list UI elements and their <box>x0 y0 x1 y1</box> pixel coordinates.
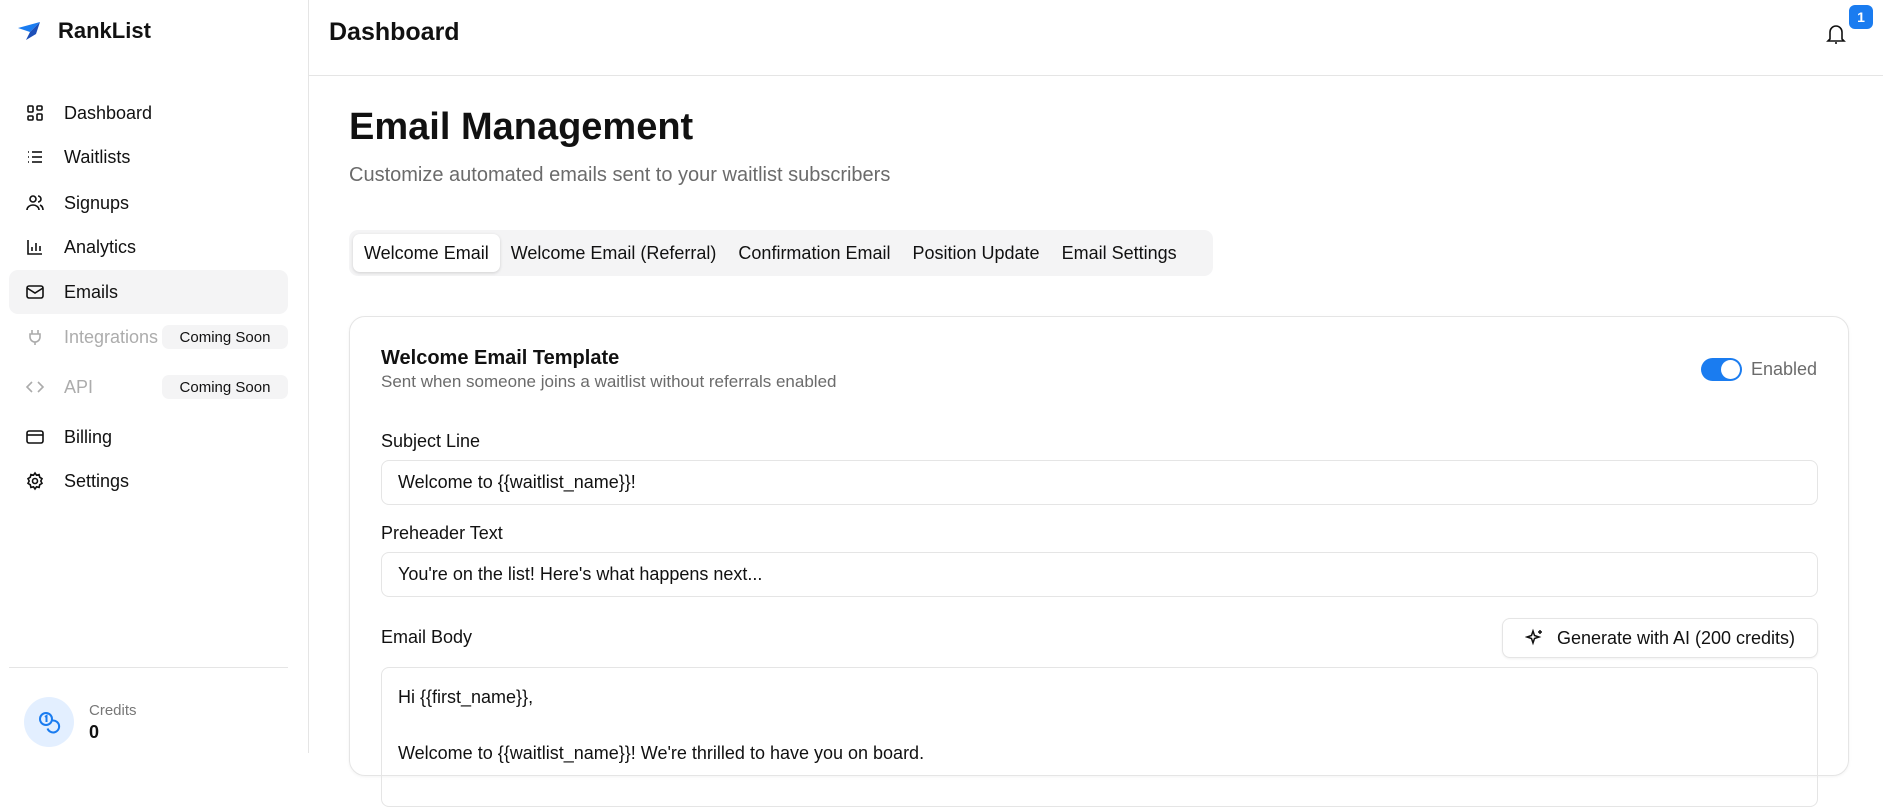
sidebar-item-emails[interactable]: Emails <box>9 270 288 314</box>
tab-position-update[interactable]: Position Update <box>901 234 1050 272</box>
sidebar-divider <box>9 667 288 668</box>
app-name: RankList <box>58 18 151 43</box>
sidebar-item-label: Emails <box>64 281 119 302</box>
sparkles-icon <box>1524 628 1542 646</box>
bar-chart-icon <box>27 240 42 255</box>
generate-ai-button[interactable]: Generate with AI (200 credits) <box>1502 618 1818 658</box>
subject-input[interactable]: Welcome to {{waitlist_name}}! <box>381 460 1818 505</box>
header-title: Dashboard <box>329 18 460 46</box>
bell-icon[interactable] <box>1825 22 1847 46</box>
email-body-label: Email Body <box>381 627 473 647</box>
list-icon <box>28 151 42 163</box>
sidebar-item-label: Billing <box>64 426 113 447</box>
sidebar-item-label: Signups <box>64 192 130 213</box>
preheader-label: Preheader Text <box>381 523 503 543</box>
email-body-textarea[interactable]: Hi {{first_name}}, Welcome to {{waitlist… <box>381 667 1818 807</box>
page-title: Email Management <box>349 106 694 148</box>
sidebar-item-label: API <box>64 376 94 397</box>
top-header: Dashboard 1 <box>309 0 1883 76</box>
credit-card-icon <box>26 430 44 444</box>
sidebar-item-label: Dashboard <box>64 102 153 123</box>
template-card: Welcome Email Template Sent when someone… <box>349 316 1849 807</box>
sidebar-item-analytics[interactable]: Analytics <box>9 225 288 269</box>
sidebar-item-billing[interactable]: Billing <box>9 415 288 459</box>
code-icon <box>25 381 45 393</box>
preheader-input[interactable]: You're on the list! Here's what happens … <box>381 552 1818 597</box>
enabled-label: Enabled <box>1751 359 1818 379</box>
plug-icon <box>29 330 41 345</box>
sidebar-item-label: Integrations <box>64 326 159 347</box>
email-tabs: Welcome Email Welcome Email (Referral) C… <box>349 230 1213 276</box>
sidebar-item-label: Analytics <box>64 236 137 257</box>
page-subtitle: Customize automated emails sent to your … <box>349 164 891 186</box>
sidebar-item-settings[interactable]: Settings <box>9 459 288 503</box>
enabled-toggle[interactable] <box>1701 358 1742 381</box>
generate-ai-label: Generate with AI (200 credits) <box>1556 627 1796 648</box>
subject-label: Subject Line <box>381 431 481 451</box>
card-title: Welcome Email Template <box>381 347 620 369</box>
tab-confirmation-email[interactable]: Confirmation Email <box>727 234 901 272</box>
grid-icon <box>27 105 43 121</box>
coming-soon-badge: Coming Soon <box>162 325 288 349</box>
tab-welcome-email-referral[interactable]: Welcome Email (Referral) <box>500 234 728 272</box>
sidebar-item-integrations: Integrations Coming Soon <box>9 315 288 359</box>
sidebar: RankList Dashboard Waitlists Signups Ana… <box>0 0 309 753</box>
credits-value: 0 <box>89 722 100 742</box>
card-subtitle: Sent when someone joins a waitlist witho… <box>381 372 837 391</box>
sidebar-item-label: Settings <box>64 470 130 491</box>
notification-badge: 1 <box>1849 5 1873 29</box>
tab-email-settings[interactable]: Email Settings <box>1051 234 1188 272</box>
coming-soon-badge: Coming Soon <box>162 375 288 399</box>
credits-label: Credits <box>89 702 137 719</box>
tab-welcome-email[interactable]: Welcome Email <box>353 234 500 272</box>
logo-icon <box>16 18 42 42</box>
sidebar-item-waitlists[interactable]: Waitlists <box>9 135 288 179</box>
sidebar-item-api: API Coming Soon <box>9 365 288 409</box>
mail-icon <box>26 285 44 299</box>
sidebar-item-signups[interactable]: Signups <box>9 181 288 225</box>
users-icon <box>26 195 44 211</box>
coins-icon <box>24 697 74 747</box>
sidebar-item-label: Waitlists <box>64 146 131 167</box>
gear-icon <box>26 471 44 491</box>
sidebar-item-dashboard[interactable]: Dashboard <box>9 91 288 135</box>
